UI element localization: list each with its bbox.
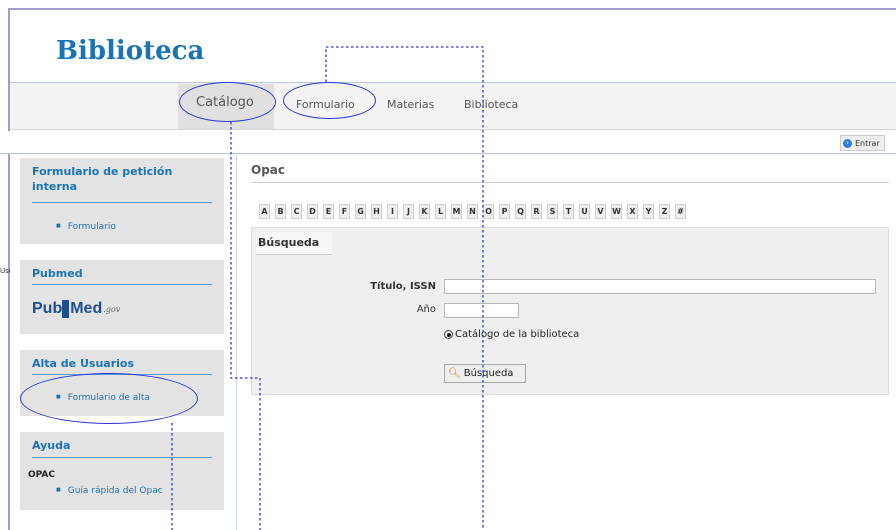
annotation-lines bbox=[171, 46, 484, 530]
annotation-line-catalogo bbox=[230, 122, 261, 530]
annotation-line-formulario bbox=[325, 46, 484, 530]
